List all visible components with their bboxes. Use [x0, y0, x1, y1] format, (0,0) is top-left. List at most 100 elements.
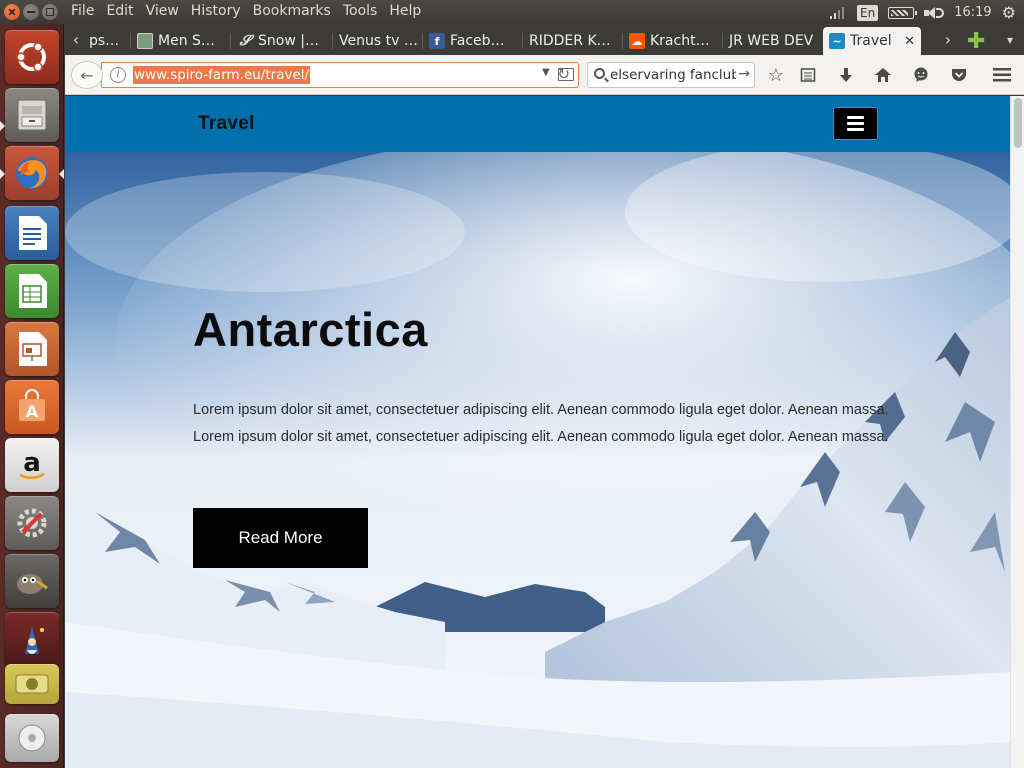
downloads-icon[interactable] [834, 63, 858, 87]
focused-indicator [59, 169, 64, 179]
facebook-favicon-icon: f [429, 33, 445, 49]
clock[interactable]: 16:19 [954, 5, 991, 20]
impress-presentation-icon [19, 332, 47, 366]
file-cabinet-icon [17, 99, 47, 131]
url-text[interactable]: www.spiro-farm.eu/travel/ [133, 66, 311, 84]
browser-tab-bar: ‹ ps… Men S… 𝓢 Snow |… Venus tv … f Face… [65, 24, 1024, 55]
unity-launcher: A a [0, 24, 64, 768]
new-tab-button[interactable]: ✚ [967, 29, 985, 54]
shopping-bag-icon: A [19, 389, 45, 421]
tab-men-s[interactable]: Men S… [131, 27, 231, 55]
menu-view[interactable]: View [146, 3, 185, 19]
svg-text:a: a [23, 448, 41, 478]
launcher-firefox[interactable] [5, 146, 59, 200]
calc-spreadsheet-icon [19, 274, 47, 308]
search-go-icon[interactable]: → [736, 66, 750, 82]
system-indicators: En 16:19 ⚙ [829, 3, 1016, 22]
launcher-ubuntu-dash[interactable] [5, 30, 59, 84]
search-bar[interactable]: elservaring fanclub → [587, 62, 755, 88]
launcher-gimp[interactable] [5, 554, 59, 608]
home-icon[interactable] [871, 63, 895, 87]
maximize-window-button[interactable] [42, 4, 58, 20]
snowy-mountains-background [65, 152, 1010, 768]
close-tab-icon[interactable]: ✕ [904, 34, 915, 49]
launcher-libreoffice-calc[interactable] [5, 264, 59, 318]
menu-file[interactable]: File [71, 3, 100, 19]
top-menu-bar: File Edit View History Bookmarks Tools H… [0, 0, 1024, 24]
tab-title: Kracht… [650, 33, 710, 49]
tab-kracht[interactable]: ☁ Kracht… [623, 27, 723, 55]
bookmark-star-icon[interactable]: ☆ [764, 63, 788, 87]
menu-history[interactable]: History [191, 3, 247, 19]
tab-snow[interactable]: 𝓢 Snow |… [231, 27, 333, 55]
firefox-icon [16, 157, 48, 189]
settings-wrench-icon [17, 508, 47, 538]
menu-bookmarks[interactable]: Bookmarks [253, 3, 337, 19]
application-menus: File Edit View History Bookmarks Tools H… [71, 3, 433, 19]
url-bar[interactable]: i www.spiro-farm.eu/travel/ ▼ ↻ [101, 62, 579, 88]
read-more-button[interactable]: Read More [193, 508, 368, 568]
tab-title: JR WEB DEV [729, 33, 814, 49]
network-signal-icon[interactable] [829, 6, 847, 20]
keyboard-language-indicator[interactable]: En [857, 4, 879, 21]
launcher-system-settings[interactable] [5, 496, 59, 550]
launcher-files[interactable] [5, 88, 59, 142]
session-gear-icon[interactable]: ⚙ [1002, 3, 1016, 22]
minimize-window-button[interactable] [23, 4, 39, 20]
launcher-stellarium[interactable] [5, 612, 59, 666]
navigation-toolbar: i www.spiro-farm.eu/travel/ ▼ ↻ ← elserv… [65, 55, 1024, 95]
reload-icon[interactable]: ↻ [557, 65, 570, 83]
launcher-ubuntu-software[interactable]: A [5, 380, 59, 434]
menu-help[interactable]: Help [389, 3, 427, 19]
window-controls [4, 4, 58, 20]
hero-section: Antarctica Lorem ipsum dolor sit amet, c… [65, 152, 1010, 768]
tab-cut-off[interactable]: ps… [83, 27, 131, 55]
disc-icon [18, 724, 46, 752]
reading-list-icon[interactable] [796, 63, 820, 87]
hamburger-menu-icon[interactable] [990, 63, 1014, 87]
tab-travel[interactable]: ~ Travel ✕ [823, 27, 921, 55]
ubuntu-logo-icon [16, 42, 46, 72]
pocket-icon[interactable] [947, 63, 971, 87]
hello-chat-icon[interactable] [909, 63, 933, 87]
back-button[interactable]: ← [71, 61, 103, 89]
page-scrollbar[interactable] [1010, 96, 1024, 768]
gimp-icon [17, 574, 48, 594]
menu-toggle-button[interactable] [833, 107, 878, 140]
launcher-libreoffice-writer[interactable] [5, 206, 59, 260]
hamburger-bar [847, 116, 864, 119]
page-viewport: Travel Antarctica Lorem ipsum dolor sit … [65, 96, 1010, 768]
running-indicator [0, 169, 5, 179]
launcher-disk[interactable] [5, 664, 59, 704]
tab-title: RIDDER K… [529, 33, 611, 49]
menu-tools[interactable]: Tools [343, 3, 384, 19]
search-icon [594, 68, 605, 79]
snow-favicon-icon: 𝓢 [239, 33, 251, 49]
search-input[interactable]: elservaring fanclub [610, 67, 740, 83]
tab-title: ps… [89, 33, 120, 49]
back-arrow-icon: ← [80, 65, 94, 85]
launcher-trash[interactable] [5, 714, 59, 762]
launcher-amazon[interactable]: a [5, 438, 59, 492]
url-history-dropdown-icon[interactable]: ▼ [542, 67, 550, 78]
launcher-libreoffice-impress[interactable] [5, 322, 59, 376]
tab-venus-tv[interactable]: Venus tv … [333, 27, 423, 55]
site-header: Travel [65, 96, 1010, 152]
tab-jr-web-dev[interactable]: JR WEB DEV [723, 27, 823, 55]
volume-icon[interactable] [924, 6, 945, 20]
tab-ridder[interactable]: RIDDER K… [523, 27, 623, 55]
close-window-button[interactable] [4, 4, 20, 20]
site-info-icon[interactable]: i [110, 67, 126, 83]
all-tabs-dropdown-icon[interactable]: ▾ [1001, 33, 1019, 47]
hamburger-bar [847, 122, 864, 125]
tab-scroll-right-button[interactable]: › [939, 30, 957, 49]
image-favicon-icon [137, 33, 153, 49]
scrollbar-thumb[interactable] [1014, 98, 1022, 148]
wizard-icon [25, 626, 44, 654]
tab-facebook[interactable]: f Faceb… [423, 27, 523, 55]
travel-favicon-icon: ~ [829, 33, 845, 49]
site-title-link[interactable]: Travel [198, 113, 255, 135]
menu-edit[interactable]: Edit [106, 3, 139, 19]
battery-icon[interactable] [888, 6, 918, 19]
tab-title: Men S… [158, 33, 215, 49]
